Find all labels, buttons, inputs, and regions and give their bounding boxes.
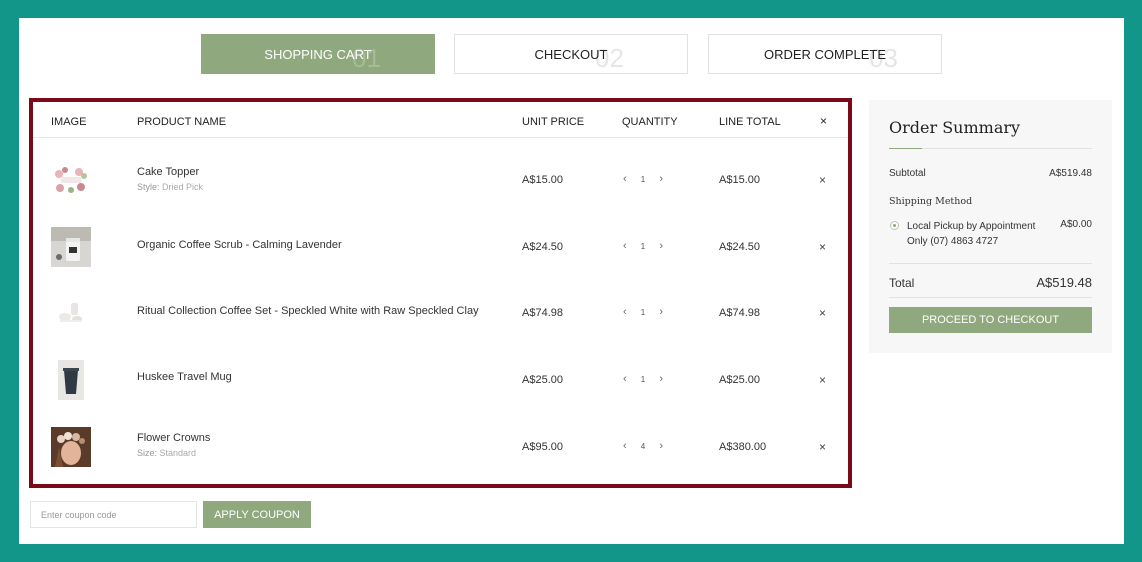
line-total: A$15.00 — [719, 174, 760, 186]
line-total: A$24.50 — [719, 241, 760, 253]
product-name-cell: Cake Topper Style: Dried Pick — [137, 166, 203, 192]
meta-label: Size: — [137, 448, 158, 458]
quantity-stepper[interactable]: ‹ 1 › — [623, 373, 663, 385]
header-remove-icon: × — [820, 114, 828, 128]
order-summary-panel: Order Summary Subtotal A$519.48 Shipping… — [869, 100, 1112, 353]
table-row: Organic Coffee Scrub - Calming Lavender … — [33, 212, 848, 278]
quantity-stepper[interactable]: ‹ 1 › — [623, 240, 663, 252]
product-name-cell: Organic Coffee Scrub - Calming Lavender — [137, 239, 342, 251]
product-thumbnail-coffee-scrub[interactable] — [51, 227, 91, 267]
increment-icon[interactable]: › — [659, 240, 663, 252]
quantity-value[interactable]: 4 — [641, 442, 645, 451]
coupon-code-input[interactable]: Enter coupon code — [30, 501, 197, 528]
step-shopping-cart[interactable]: SHOPPING CART 01 — [201, 34, 435, 74]
divider — [922, 148, 1092, 149]
product-name-link[interactable]: Cake Topper — [137, 166, 203, 178]
product-name-link[interactable]: Huskee Travel Mug — [137, 371, 232, 383]
subtotal-value: A$519.48 — [1049, 168, 1092, 179]
header-unit-price: UNIT PRICE — [522, 116, 585, 128]
product-meta: Size: Standard — [137, 448, 210, 458]
divider — [889, 297, 1092, 298]
product-name-cell: Huskee Travel Mug — [137, 371, 232, 383]
shipping-option-line2: Only (07) 4863 4727 — [907, 236, 999, 247]
product-thumbnail-flower-crowns[interactable] — [51, 427, 91, 467]
quantity-value[interactable]: 1 — [641, 175, 645, 184]
unit-price: A$74.98 — [522, 307, 563, 319]
meta-label: Style: — [137, 182, 160, 192]
order-summary-title: Order Summary — [889, 118, 1021, 137]
product-thumbnail-coffee-set[interactable] — [51, 293, 91, 333]
remove-item-icon[interactable]: × — [819, 373, 826, 387]
cart-table: IMAGE PRODUCT NAME UNIT PRICE QUANTITY L… — [29, 98, 852, 488]
table-row: Ritual Collection Coffee Set - Speckled … — [33, 278, 848, 344]
step-label: ORDER COMPLETE — [763, 46, 887, 62]
total-label: Total — [889, 276, 915, 290]
meta-value: Standard — [159, 448, 197, 458]
decrement-icon[interactable]: ‹ — [623, 173, 627, 185]
decrement-icon[interactable]: ‹ — [623, 306, 627, 318]
unit-price: A$25.00 — [522, 374, 563, 386]
quantity-stepper[interactable]: ‹ 4 › — [623, 440, 663, 452]
shipping-option-label[interactable]: Local Pickup by Appointment Only (07) 48… — [907, 219, 1035, 249]
product-thumbnail-cake-topper[interactable] — [51, 160, 91, 200]
subtotal-label: Subtotal — [889, 168, 926, 179]
product-name-link[interactable]: Ritual Collection Coffee Set - Speckled … — [137, 305, 479, 317]
table-row: Cake Topper Style: Dried Pick A$15.00 ‹ … — [33, 146, 848, 212]
table-row: Huskee Travel Mug A$25.00 ‹ 1 › A$25.00 … — [33, 345, 848, 411]
line-total: A$380.00 — [719, 441, 767, 453]
step-label: SHOPPING CART — [264, 46, 372, 62]
header-image: IMAGE — [51, 116, 87, 128]
meta-value: Dried Pick — [162, 182, 204, 192]
header-line-total: LINE TOTAL — [719, 116, 781, 128]
divider — [889, 263, 1092, 264]
header-product-name: PRODUCT NAME — [137, 116, 227, 128]
shipping-value: A$0.00 — [1060, 219, 1092, 230]
shipping-radio[interactable] — [890, 221, 899, 230]
table-row: Flower Crowns Size: Standard A$95.00 ‹ 4… — [33, 412, 848, 478]
increment-icon[interactable]: › — [659, 440, 663, 452]
unit-price: A$24.50 — [522, 241, 563, 253]
product-name-link[interactable]: Organic Coffee Scrub - Calming Lavender — [137, 239, 342, 251]
step-order-complete[interactable]: ORDER COMPLETE 03 — [708, 34, 942, 74]
line-total: A$25.00 — [719, 374, 760, 386]
quantity-value[interactable]: 1 — [641, 242, 645, 251]
quantity-value[interactable]: 1 — [641, 308, 645, 317]
unit-price: A$95.00 — [522, 441, 563, 453]
decrement-icon[interactable]: ‹ — [623, 240, 627, 252]
table-header: IMAGE PRODUCT NAME UNIT PRICE QUANTITY L… — [33, 102, 848, 138]
step-label: CHECKOUT — [534, 46, 608, 62]
header-quantity: QUANTITY — [622, 116, 678, 128]
product-name-link[interactable]: Flower Crowns — [137, 432, 210, 444]
unit-price: A$15.00 — [522, 174, 563, 186]
product-name-cell: Flower Crowns Size: Standard — [137, 432, 210, 458]
quantity-stepper[interactable]: ‹ 1 › — [623, 173, 663, 185]
decrement-icon[interactable]: ‹ — [623, 373, 627, 385]
quantity-value[interactable]: 1 — [641, 375, 645, 384]
shipping-option-line1: Local Pickup by Appointment — [907, 221, 1036, 232]
product-thumbnail-travel-mug[interactable] — [51, 360, 91, 400]
increment-icon[interactable]: › — [659, 306, 663, 318]
remove-item-icon[interactable]: × — [819, 306, 826, 320]
proceed-to-checkout-button[interactable]: PROCEED TO CHECKOUT — [889, 307, 1092, 333]
decrement-icon[interactable]: ‹ — [623, 440, 627, 452]
increment-icon[interactable]: › — [659, 173, 663, 185]
total-value: A$519.48 — [1036, 275, 1092, 290]
increment-icon[interactable]: › — [659, 373, 663, 385]
remove-item-icon[interactable]: × — [819, 440, 826, 454]
shipping-method-label: Shipping Method — [889, 196, 973, 207]
step-checkout[interactable]: CHECKOUT 02 — [454, 34, 688, 74]
title-underline — [889, 148, 922, 149]
line-total: A$74.98 — [719, 307, 760, 319]
product-name-cell: Ritual Collection Coffee Set - Speckled … — [137, 305, 479, 317]
quantity-stepper[interactable]: ‹ 1 › — [623, 306, 663, 318]
remove-item-icon[interactable]: × — [819, 240, 826, 254]
remove-item-icon[interactable]: × — [819, 173, 826, 187]
product-meta: Style: Dried Pick — [137, 182, 203, 192]
apply-coupon-button[interactable]: APPLY COUPON — [203, 501, 311, 528]
cart-page: SHOPPING CART 01 CHECKOUT 02 ORDER COMPL… — [19, 18, 1124, 544]
